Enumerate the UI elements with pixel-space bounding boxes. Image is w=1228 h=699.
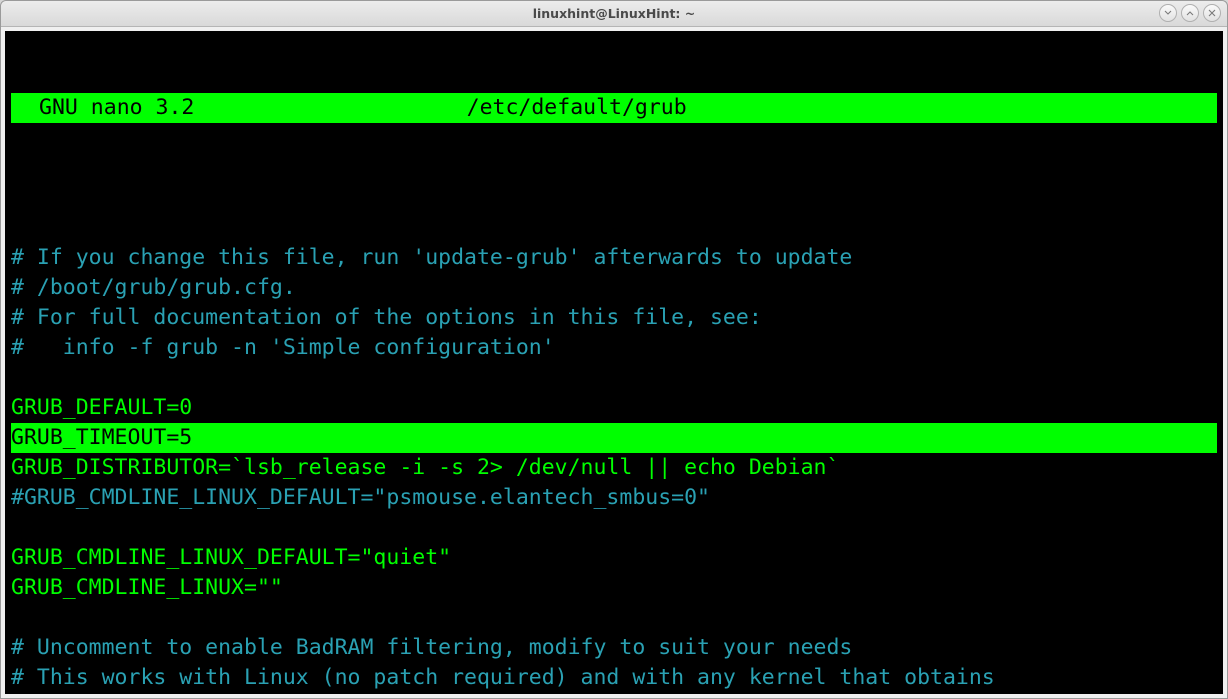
nano-appname: GNU nano 3.2 (11, 93, 194, 123)
editor-content[interactable]: # If you change this file, run 'update-g… (11, 183, 1217, 694)
comment-line: # For full documentation of the options … (11, 305, 762, 330)
terminal-window: linuxhint@LinuxHint: ~ GNU nano 3.2 /etc… (0, 0, 1228, 699)
comment-line: # /boot/grub/grub.cfg. (11, 275, 296, 300)
terminal-area[interactable]: GNU nano 3.2 /etc/default/grub # If you … (5, 31, 1223, 694)
config-line: GRUB_DEFAULT=0 (11, 395, 192, 420)
config-line: GRUB_CMDLINE_LINUX_DEFAULT="quiet" (11, 545, 451, 570)
comment-line: # info -f grub -n 'Simple configuration' (11, 335, 555, 360)
comment-line: #GRUB_CMDLINE_LINUX_DEFAULT="psmouse.ela… (11, 485, 710, 510)
comment-line: # If you change this file, run 'update-g… (11, 245, 852, 270)
minimize-button[interactable] (1159, 4, 1177, 22)
config-line: GRUB_CMDLINE_LINUX="" (11, 575, 283, 600)
titlebar: linuxhint@LinuxHint: ~ (1, 1, 1227, 27)
comment-line: # Uncomment to enable BadRAM filtering, … (11, 635, 852, 660)
window-title: linuxhint@LinuxHint: ~ (1, 6, 1227, 21)
cursor-highlight-line: GRUB_TIMEOUT=5 (11, 423, 1217, 453)
nano-filename: /etc/default/grub (194, 93, 1217, 123)
window-controls (1159, 4, 1221, 22)
nano-header: GNU nano 3.2 /etc/default/grub (11, 93, 1217, 123)
comment-line: # This works with Linux (no patch requir… (11, 665, 995, 690)
maximize-button[interactable] (1181, 4, 1199, 22)
close-button[interactable] (1203, 4, 1221, 22)
blank-line (11, 215, 24, 240)
config-line: GRUB_DISTRIBUTOR=`lsb_release -i -s 2> /… (11, 455, 839, 480)
